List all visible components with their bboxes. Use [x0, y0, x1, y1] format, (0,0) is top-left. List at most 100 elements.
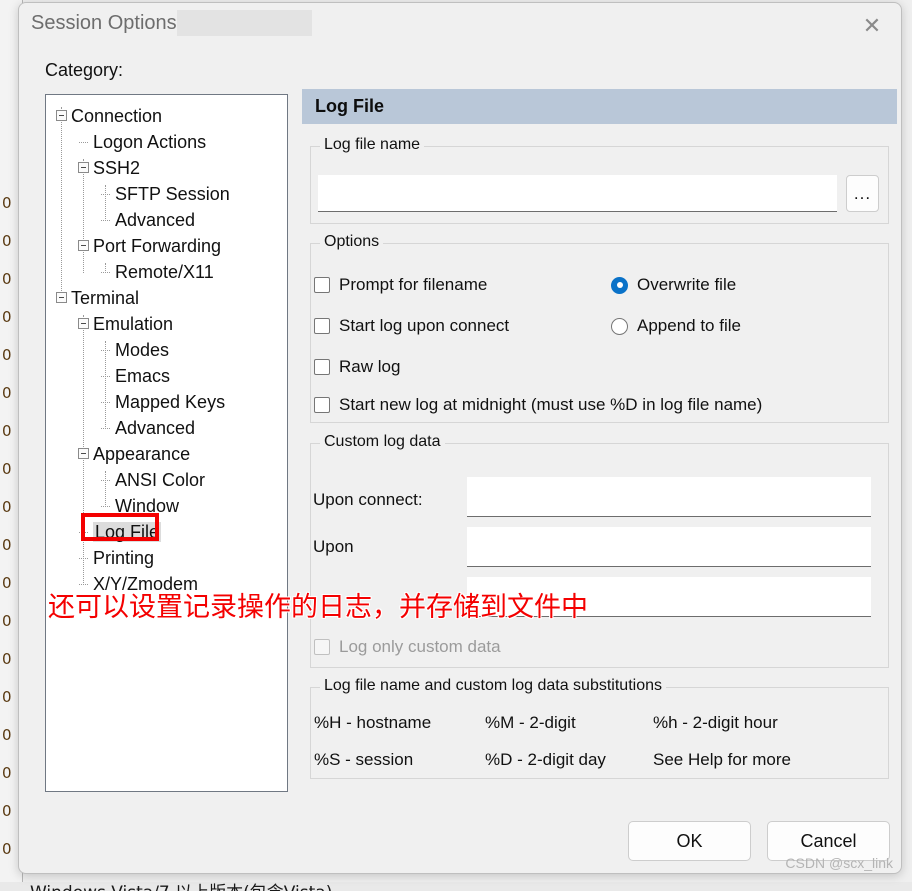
- sidebar-item-label: Appearance: [93, 444, 191, 464]
- checkbox-start-log-upon-connect[interactable]: Start log upon connect: [314, 316, 509, 336]
- checkbox-prompt-for-filename[interactable]: Prompt for filename: [314, 275, 487, 295]
- sidebar-item-label: Emulation: [93, 314, 174, 334]
- sidebar-item-log-file[interactable]: Log File: [46, 519, 287, 545]
- radio-overwrite-file[interactable]: Overwrite file: [611, 275, 736, 295]
- tree-expander-minus-icon[interactable]: [78, 318, 89, 329]
- tree-leaf-tick: [101, 428, 110, 429]
- subst-see-help: See Help for more: [653, 750, 791, 769]
- sidebar-item-label: ANSI Color: [115, 470, 206, 490]
- tree-leaf-tick: [79, 584, 88, 585]
- tree-expander-minus-icon[interactable]: [56, 110, 67, 121]
- radio-label: Append to file: [637, 316, 741, 335]
- upon-disconnect-label: Upon: [313, 537, 354, 556]
- checkbox-box: [314, 359, 330, 375]
- sidebar-item-label: Terminal: [71, 288, 140, 308]
- tree-leaf-tick: [101, 480, 110, 481]
- title-bar: Session Options - ✕: [19, 3, 901, 47]
- tree-leaf-tick: [79, 558, 88, 559]
- sidebar-item-advanced[interactable]: Advanced: [46, 415, 287, 441]
- sidebar-item-mapped-keys[interactable]: Mapped Keys: [46, 389, 287, 415]
- checkbox-label: Prompt for filename: [339, 275, 488, 294]
- sidebar-item-terminal[interactable]: Terminal: [46, 285, 287, 311]
- browse-button[interactable]: ...: [846, 175, 879, 212]
- tree-leaf-tick: [101, 194, 110, 195]
- session-options-dialog: Session Options - ✕ Category: Connection…: [18, 2, 902, 874]
- checkbox-raw-log[interactable]: Raw log: [314, 357, 400, 377]
- third-custom-field-input[interactable]: [467, 577, 871, 617]
- tree-leaf-tick: [79, 142, 88, 143]
- sidebar-item-ssh2[interactable]: SSH2: [46, 155, 287, 181]
- window-title: Session Options -: [31, 12, 189, 34]
- sidebar-item-label: SFTP Session: [115, 184, 230, 204]
- watermark: CSDN @scx_link: [785, 855, 893, 871]
- sidebar-item-logon-actions[interactable]: Logon Actions: [46, 129, 287, 155]
- subst-session: %S - session: [314, 750, 414, 769]
- sidebar-item-label: Connection: [71, 106, 163, 126]
- checkbox-log-only-custom-data: Log only custom data: [314, 637, 501, 657]
- ok-button[interactable]: OK: [628, 821, 751, 861]
- subst-2digit-month: %M - 2-digit: [485, 713, 576, 732]
- checkbox-label: Raw log: [339, 357, 401, 376]
- tree-leaf-tick: [101, 272, 110, 273]
- checkbox-box: [314, 318, 330, 334]
- sidebar-item-appearance[interactable]: Appearance: [46, 441, 287, 467]
- substitutions-group-title: Log file name and custom log data substi…: [320, 677, 666, 695]
- checkbox-label: Start new log at midnight (must use %D i…: [339, 395, 763, 414]
- subst-2digit-day: %D - 2-digit day: [485, 750, 606, 769]
- sidebar-item-label: Printing: [93, 548, 155, 568]
- tree-expander-minus-icon[interactable]: [78, 448, 89, 459]
- sidebar-item-label: SSH2: [93, 158, 141, 178]
- radio-dot: [611, 317, 628, 335]
- sidebar-item-label: Advanced: [115, 210, 196, 230]
- radio-label: Overwrite file: [637, 275, 737, 294]
- tree-leaf-tick: [101, 220, 110, 221]
- sidebar-item-sftp-session[interactable]: SFTP Session: [46, 181, 287, 207]
- upon-disconnect-input[interactable]: [467, 527, 871, 567]
- sidebar-item-modes[interactable]: Modes: [46, 337, 287, 363]
- subst-hostname: %H - hostname: [314, 713, 432, 732]
- tree-expander-minus-icon[interactable]: [78, 240, 89, 251]
- upon-connect-input[interactable]: [467, 477, 871, 517]
- sidebar-item-connection[interactable]: Connection: [46, 103, 287, 129]
- sidebar-item-emulation[interactable]: Emulation: [46, 311, 287, 337]
- tree-leaf-tick: [79, 532, 88, 533]
- radio-dot: [611, 276, 628, 294]
- sidebar-item-window[interactable]: Window: [46, 493, 287, 519]
- subst-2digit-hour: %h - 2-digit hour: [653, 713, 778, 732]
- sidebar-item-advanced[interactable]: Advanced: [46, 207, 287, 233]
- sidebar-item-label: X/Y/Zmodem: [93, 574, 199, 594]
- pane-header: Log File: [302, 89, 897, 124]
- sidebar-item-x-y-zmodem[interactable]: X/Y/Zmodem: [46, 571, 287, 597]
- pane-title: Log File: [315, 96, 384, 116]
- log-file-name-input[interactable]: [318, 175, 837, 212]
- custom-log-data-group-title: Custom log data: [320, 433, 445, 451]
- checkbox-box: [314, 397, 330, 413]
- sidebar-item-label: Modes: [115, 340, 170, 360]
- sidebar-item-label: Mapped Keys: [115, 392, 226, 412]
- radio-append-to-file[interactable]: Append to file: [611, 316, 741, 336]
- sidebar-item-printing[interactable]: Printing: [46, 545, 287, 571]
- checkbox-label: Log only custom data: [339, 637, 501, 656]
- tree-leaf-tick: [101, 376, 110, 377]
- sidebar-item-emacs[interactable]: Emacs: [46, 363, 287, 389]
- sidebar-item-remote-x11[interactable]: Remote/X11: [46, 259, 287, 285]
- checkbox-box: [314, 639, 330, 655]
- background-bottom-text: Windows Vista/7 以上版本(包含Vista): [30, 878, 332, 891]
- category-tree[interactable]: Connection Logon Actions SSH2 SFTP Session A…: [45, 94, 288, 792]
- redacted-session-name: [177, 10, 312, 36]
- category-label: Category:: [45, 60, 124, 80]
- sidebar-item-port-forwarding[interactable]: Port Forwarding: [46, 233, 287, 259]
- tree-expander-minus-icon[interactable]: [78, 162, 89, 173]
- sidebar-item-label: Remote/X11: [115, 262, 214, 282]
- tree-leaf-tick: [101, 506, 110, 507]
- checkbox-start-new-log-at-midnight[interactable]: Start new log at midnight (must use %D i…: [314, 395, 889, 415]
- checkbox-label: Start log upon connect: [339, 316, 510, 335]
- close-icon[interactable]: ✕: [849, 7, 895, 45]
- checkbox-box: [314, 277, 330, 293]
- tree-expander-minus-icon[interactable]: [56, 292, 67, 303]
- log-file-name-group-title: Log file name: [320, 136, 425, 154]
- sidebar-item-label: Advanced: [115, 418, 196, 438]
- options-group-title: Options: [320, 233, 384, 251]
- sidebar-item-ansi-color[interactable]: ANSI Color: [46, 467, 287, 493]
- sidebar-item-label: Log File: [93, 522, 162, 542]
